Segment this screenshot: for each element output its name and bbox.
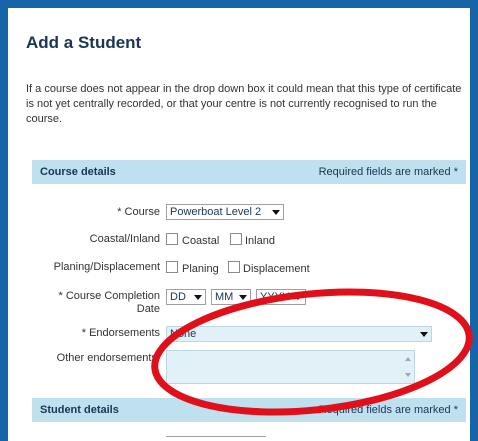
chevron-down-icon <box>194 295 202 300</box>
inland-option-label: Inland <box>245 235 275 247</box>
year-select-value: YYYY <box>260 291 290 303</box>
chevron-down-icon <box>294 295 302 300</box>
displacement-checkbox[interactable] <box>228 261 240 273</box>
course-label: * Course <box>117 206 160 218</box>
scroll-down-icon[interactable] <box>405 373 411 377</box>
year-select[interactable]: YYYY <box>256 289 306 305</box>
student-details-header: Student details Required fields are mark… <box>32 398 466 422</box>
course-details-header: Course details Required fields are marke… <box>32 160 466 184</box>
chevron-down-icon <box>239 295 247 300</box>
section-title: Student details <box>40 404 119 416</box>
completion-date-label-line2: Date <box>136 303 160 315</box>
planing-displacement-label: Planing/Displacement <box>53 261 160 273</box>
page-title: Add a Student <box>26 33 142 52</box>
section-title: Course details <box>40 166 116 178</box>
planing-checkbox[interactable] <box>166 261 178 273</box>
endorsements-label: * Endorsements <box>81 327 160 339</box>
endorsements-select-value: None <box>170 328 197 340</box>
day-select[interactable]: DD <box>166 289 206 305</box>
planing-option-label: Planing <box>182 263 219 275</box>
coastal-option-label: Coastal <box>182 235 220 247</box>
coastal-inland-label: Coastal/Inland <box>89 233 160 245</box>
month-select-value: MM <box>215 291 234 303</box>
student-input-partial[interactable] <box>166 436 266 441</box>
other-endorsements-label: Other endorsements: <box>56 352 160 364</box>
chevron-down-icon <box>272 210 280 215</box>
endorsements-select[interactable]: None <box>166 326 432 342</box>
coastal-checkbox[interactable] <box>166 233 178 245</box>
completion-date-label-line1: * Course Completion <box>58 290 161 302</box>
required-note: Required fields are marked * <box>318 404 458 416</box>
intro-text: If a course does not appear in the drop … <box>26 83 462 125</box>
other-endorsements-textarea[interactable] <box>166 350 415 384</box>
day-select-value: DD <box>170 291 186 303</box>
month-select[interactable]: MM <box>211 289 251 305</box>
required-note: Required fields are marked * <box>318 166 458 178</box>
inland-checkbox[interactable] <box>230 233 242 245</box>
course-select[interactable]: Powerboat Level 2 <box>166 204 284 220</box>
scroll-up-icon[interactable] <box>405 357 411 361</box>
chevron-down-icon <box>420 332 428 337</box>
displacement-option-label: Displacement <box>243 263 310 275</box>
course-select-value: Powerboat Level 2 <box>170 206 262 218</box>
